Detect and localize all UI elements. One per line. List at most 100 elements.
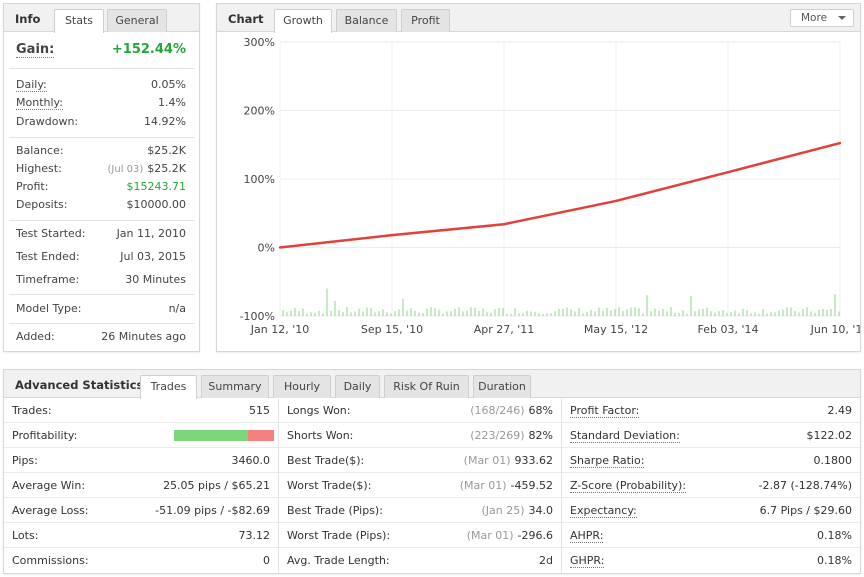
chevron-down-icon (838, 16, 846, 20)
highest-row: Highest: (Jul 03) $25.2K (16, 162, 186, 178)
highest-date: (Jul 03) (107, 164, 144, 175)
best-trade-dollar-label: Best Trade($): (287, 454, 365, 467)
expectancy-label[interactable]: Expectancy: (570, 504, 637, 518)
tab-profit[interactable]: Profit (401, 9, 450, 32)
drawdown-value: 14.92% (144, 115, 186, 128)
shorts-won-count: (223/269) (470, 429, 525, 442)
longs-won-value-wrap: (168/246) 68% (470, 404, 553, 417)
chart-title: Chart (228, 12, 264, 26)
timeframe-row: Timeframe: 30 Minutes (16, 273, 186, 289)
expectancy-value: 6.7 Pips / $29.60 (759, 504, 852, 517)
longs-won-count: (168/246) (470, 404, 525, 417)
ahpr-row: AHPR: 0.18% (562, 523, 860, 548)
ahpr-value: 0.18% (817, 529, 852, 542)
pips-row: Pips: 3460.0 (4, 448, 278, 473)
x-tick-label: Apr 27, '11 (474, 323, 535, 336)
test-started-row: Test Started: Jan 11, 2010 (16, 227, 186, 243)
ahpr-label[interactable]: AHPR: (570, 529, 604, 543)
gain-value: +152.44% (111, 42, 186, 57)
average-win-label: Average Win: (12, 479, 86, 492)
test-started-value: Jan 11, 2010 (116, 227, 186, 240)
commissions-row: Commissions: 0 (4, 548, 278, 573)
more-dropdown[interactable]: More (790, 9, 854, 27)
monthly-value: 1.4% (158, 96, 186, 109)
tab-duration[interactable]: Duration (473, 375, 531, 398)
deposits-row: Deposits: $10000.00 (16, 198, 186, 214)
worst-trade-dollar-date: (Mar 01) (459, 479, 507, 492)
profit-label: Profit: (16, 180, 49, 193)
average-win-row: Average Win: 25.05 pips / $65.21 (4, 473, 278, 498)
divider (9, 68, 194, 69)
profitability-bar-fill (174, 430, 248, 441)
sharpe-ratio-label[interactable]: Sharpe Ratio: (570, 454, 645, 468)
standard-deviation-value: $122.02 (806, 429, 853, 442)
monthly-row: Monthly: 1.4% (16, 96, 186, 112)
tab-general[interactable]: General (107, 9, 167, 32)
y-tick-label: 0% (258, 242, 275, 255)
daily-label: Daily: (16, 78, 47, 92)
x-tick-label: Sep 15, '10 (361, 323, 423, 336)
profit-value: $15243.71 (126, 180, 187, 193)
expectancy-row: Expectancy: 6.7 Pips / $29.60 (562, 498, 860, 523)
best-trade-dollar-date: (Mar 01) (463, 454, 511, 467)
z-score-row: Z-Score (Probability): -2.87 (-128.74%) (562, 473, 860, 498)
tab-summary[interactable]: Summary (201, 375, 269, 398)
added-label: Added: (16, 330, 55, 343)
worst-trade-dollar-value-wrap: (Mar 01) -459.52 (460, 479, 553, 492)
growth-chart: 300% 200% 100% 0% -100%Jan 12, '10 Sep 15, '1… (240, 36, 860, 336)
timeframe-value: 30 Minutes (125, 273, 186, 286)
best-trade-pips-value: 34.0 (528, 504, 554, 517)
average-loss-row: Average Loss: -51.09 pips / -$82.69 (4, 498, 278, 523)
model-type-value: n/a (168, 302, 186, 315)
z-score-label[interactable]: Z-Score (Probability): (570, 479, 687, 493)
longs-won-label: Longs Won: (287, 404, 351, 417)
lots-row: Lots: 73.12 (4, 523, 278, 548)
pips-value: 3460.0 (231, 454, 271, 467)
info-panel: Info Stats General Gain: +152.44% Daily:… (3, 3, 200, 352)
gain-label: Gain: (16, 42, 55, 58)
avg-trade-length-value: 2d (539, 554, 553, 567)
commissions-value: 0 (263, 554, 270, 567)
trades-row: Trades: 515 (4, 398, 278, 423)
test-ended-value: Jul 03, 2015 (120, 250, 186, 263)
tab-hourly[interactable]: Hourly (273, 375, 331, 398)
chart-panel: Chart Growth Balance Profit More 300% 200… (216, 3, 861, 352)
deposits-label: Deposits: (16, 198, 68, 211)
profit-row: Profit: $15243.71 (16, 180, 186, 196)
tab-daily[interactable]: Daily (335, 375, 380, 398)
model-type-row: Model Type: n/a (16, 302, 186, 318)
tab-balance[interactable]: Balance (336, 9, 397, 32)
y-tick-label: 300% (244, 36, 275, 49)
tab-stats[interactable]: Stats (54, 9, 104, 33)
commissions-label: Commissions: (12, 554, 89, 567)
sharpe-ratio-row: Sharpe Ratio: 0.1800 (562, 448, 860, 473)
divider (9, 137, 194, 138)
best-trade-pips-label: Best Trade (Pips): (287, 504, 383, 517)
highest-value: $25.2K (147, 162, 186, 175)
ghpr-row: GHPR: 0.18% (562, 548, 860, 573)
highest-label: Highest: (16, 162, 62, 175)
daily-row: Daily: 0.05% (16, 78, 186, 94)
chart-header: Chart Growth Balance Profit More (217, 4, 860, 33)
profit-factor-row: Profit Factor: 2.49 (562, 398, 860, 423)
ghpr-label[interactable]: GHPR: (570, 554, 605, 568)
adv-header: Advanced Statistics Trades Summary Hourl… (4, 370, 860, 399)
avg-trade-length-row: Avg. Trade Length: 2d (279, 548, 561, 573)
divider (9, 323, 194, 324)
shorts-won-row: Shorts Won: (223/269) 82% (279, 423, 561, 448)
balance-row: Balance: $25.2K (16, 144, 186, 160)
best-trade-pips-value-wrap: (Jan 25) 34.0 (481, 504, 553, 517)
monthly-label: Monthly: (16, 96, 63, 110)
average-loss-value: -51.09 pips / -$82.69 (155, 504, 270, 517)
tab-trades[interactable]: Trades (140, 375, 197, 399)
profit-factor-label[interactable]: Profit Factor: (570, 404, 640, 418)
tab-growth[interactable]: Growth (274, 9, 332, 33)
growth-point (390, 233, 394, 237)
worst-trade-dollar-value: -459.52 (510, 479, 553, 492)
tab-risk-of-ruin[interactable]: Risk Of Ruin (384, 375, 469, 398)
profitability-row: Profitability: (4, 423, 278, 448)
model-type-label: Model Type: (16, 302, 82, 315)
standard-deviation-label[interactable]: Standard Deviation: (570, 429, 680, 443)
x-tick-label: May 15, '12 (584, 323, 648, 336)
x-tick-label: Jan 12, '10 (250, 323, 309, 336)
